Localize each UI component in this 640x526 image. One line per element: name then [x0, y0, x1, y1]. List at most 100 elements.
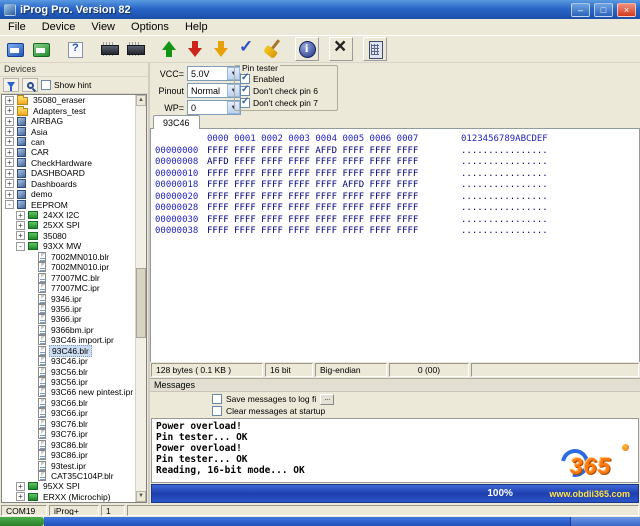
tree-expander[interactable] [26, 409, 35, 418]
tree-item[interactable]: 9366.ipr [2, 314, 135, 324]
scroll-down-button[interactable]: ▼ [136, 491, 146, 502]
tree-expander[interactable]: - [5, 200, 14, 209]
hex-values[interactable]: FFFF FFFF FFFF FFFF FFFF FFFF FFFF FFFF [207, 203, 449, 215]
hex-row[interactable]: 00000028FFFF FFFF FFFF FFFF FFFF FFFF FF… [155, 203, 639, 215]
tree-item[interactable]: - EEPROM [2, 199, 135, 209]
close-button[interactable]: × [617, 3, 636, 17]
tree-item[interactable]: + can [2, 137, 135, 147]
tree-item[interactable]: + Asia [2, 126, 135, 136]
tree-item[interactable]: + Adapters_test [2, 105, 135, 115]
tree-item[interactable]: 93C66 new pintest.ipr [2, 387, 135, 397]
tree-item[interactable]: 93C86.blr [2, 439, 135, 449]
tree-item[interactable]: + demo [2, 189, 135, 199]
tree-expander[interactable] [26, 451, 35, 460]
tree-item[interactable]: 7002MN010.blr [2, 252, 135, 262]
tree-item[interactable]: + CheckHardware [2, 158, 135, 168]
hex-row[interactable]: 00000030FFFF FFFF FFFF FFFF FFFF FFFF FF… [155, 215, 639, 227]
device-search-button[interactable] [22, 78, 38, 92]
hex-values[interactable]: AFFD FFFF FFFF FFFF FFFF FFFF FFFF FFFF [207, 157, 449, 169]
tree-expander[interactable]: - [16, 242, 25, 251]
toolbar-button[interactable] [3, 37, 27, 61]
tree-item[interactable]: 77007MC.ipr [2, 283, 135, 293]
browse-log-button[interactable]: ... [320, 394, 334, 405]
tree-expander[interactable]: + [5, 190, 14, 199]
tree-item[interactable]: + 35080_eraser [2, 95, 135, 105]
toolbar-button[interactable] [261, 37, 285, 61]
tree-item[interactable]: 93C66.blr [2, 398, 135, 408]
tree-item[interactable]: 93C76.blr [2, 419, 135, 429]
tree-item[interactable]: 93C56.ipr [2, 377, 135, 387]
tree-expander[interactable]: + [5, 127, 14, 136]
tree-expander[interactable] [26, 263, 35, 272]
toolbar-button[interactable] [363, 37, 387, 61]
tree-expander[interactable] [26, 440, 35, 449]
toolbar-button[interactable] [183, 37, 207, 61]
tree-item[interactable]: + AIRBAG [2, 116, 135, 126]
start-button[interactable] [0, 517, 44, 526]
tree-expander[interactable] [26, 367, 35, 376]
toolbar-button[interactable] [63, 37, 87, 61]
scroll-up-button[interactable]: ▲ [136, 95, 146, 106]
buffer-tab[interactable]: 93C46 [153, 115, 200, 129]
save-log-checkbox[interactable] [212, 394, 222, 404]
menu-item[interactable]: Help [177, 20, 216, 34]
hex-values[interactable]: FFFF FFFF FFFF FFFF FFFF AFFD FFFF FFFF [207, 180, 449, 192]
tree-expander[interactable]: + [5, 179, 14, 188]
wp-select[interactable]: 0▼ [187, 100, 241, 115]
tree-expander[interactable]: + [5, 158, 14, 167]
tree-expander[interactable]: + [16, 231, 25, 240]
toolbar-button[interactable] [157, 37, 181, 61]
toolbar-button[interactable] [123, 37, 147, 61]
tree-item[interactable]: 77007MC.blr [2, 272, 135, 282]
maximize-button[interactable]: □ [594, 3, 613, 17]
tree-item[interactable]: + CAR [2, 147, 135, 157]
hex-row[interactable]: 00000000FFFF FFFF FFFF FFFF AFFD FFFF FF… [155, 146, 639, 158]
pin-tester-checkbox[interactable] [240, 86, 250, 96]
tree-scrollbar[interactable]: ▲ ▼ [135, 95, 146, 502]
tree-item[interactable]: 9356.ipr [2, 304, 135, 314]
tree-item[interactable]: + 24XX I2C [2, 210, 135, 220]
pin-tester-checkbox[interactable] [240, 98, 250, 108]
tree-expander[interactable] [26, 357, 35, 366]
tree-expander[interactable]: + [5, 96, 14, 105]
tree-expander[interactable] [26, 346, 35, 355]
tree-item[interactable]: + 95XX SPI [2, 481, 135, 491]
hex-values[interactable]: FFFF FFFF FFFF FFFF FFFF FFFF FFFF FFFF [207, 226, 449, 238]
tree-item[interactable]: + Dashboards [2, 179, 135, 189]
tree-expander[interactable] [26, 315, 35, 324]
tree-item[interactable]: 93test.ipr [2, 460, 135, 470]
tree-expander[interactable] [26, 398, 35, 407]
vcc-select[interactable]: 5.0V▼ [187, 66, 241, 81]
toolbar-button[interactable] [29, 37, 53, 61]
hex-row[interactable]: 00000018FFFF FFFF FFFF FFFF FFFF AFFD FF… [155, 180, 639, 192]
tree-expander[interactable] [26, 471, 35, 480]
hex-row[interactable]: 00000008AFFD FFFF FFFF FFFF FFFF FFFF FF… [155, 157, 639, 169]
tree-expander[interactable] [26, 304, 35, 313]
tree-item[interactable]: 9366bm.ipr [2, 325, 135, 335]
title-bar[interactable]: iProg Pro. Version 82 – □ × [0, 0, 640, 19]
tree-expander[interactable] [26, 461, 35, 470]
tree-expander[interactable]: + [16, 482, 25, 491]
tree-item[interactable]: + 35080 [2, 231, 135, 241]
toolbar-button[interactable] [295, 37, 319, 61]
scrollbar-track[interactable] [136, 106, 146, 491]
menu-item[interactable]: View [83, 20, 123, 34]
tree-expander[interactable] [26, 336, 35, 345]
tree-item[interactable]: 93C76.ipr [2, 429, 135, 439]
hex-row[interactable]: 00000038FFFF FFFF FFFF FFFF FFFF FFFF FF… [155, 226, 639, 238]
clear-messages-checkbox[interactable] [212, 406, 222, 416]
tree-item[interactable]: 93C86.ipr [2, 450, 135, 460]
pinout-select[interactable]: Normal▼ [187, 83, 241, 98]
tree-item[interactable]: + 25XX SPI [2, 220, 135, 230]
pin-tester-checkbox[interactable] [240, 74, 250, 84]
tree-expander[interactable] [26, 273, 35, 282]
tree-expander[interactable]: + [16, 221, 25, 230]
tree-expander[interactable] [26, 325, 35, 334]
tree-expander[interactable]: + [5, 169, 14, 178]
tree-expander[interactable] [26, 294, 35, 303]
tree-item[interactable]: 93C46.ipr [2, 356, 135, 366]
tree-item[interactable]: + DASHBOARD [2, 168, 135, 178]
menu-item[interactable]: Options [123, 20, 177, 34]
tree-expander[interactable]: + [16, 492, 25, 501]
hex-row[interactable]: 00000010FFFF FFFF FFFF FFFF FFFF FFFF FF… [155, 169, 639, 181]
